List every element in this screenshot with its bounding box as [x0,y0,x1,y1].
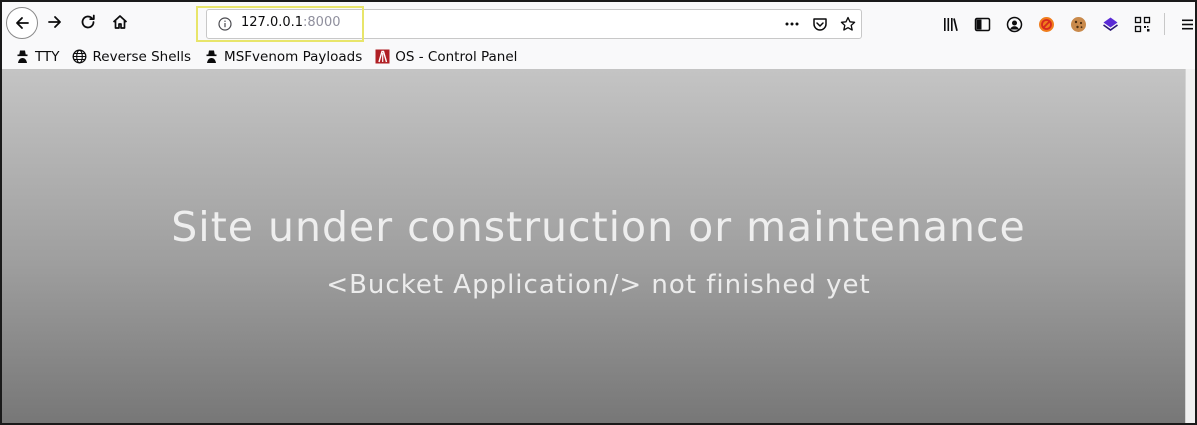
library-button[interactable] [934,12,966,36]
page-actions-icon [785,22,799,26]
url-highlight-box [196,6,364,42]
bookmark-star-icon [840,16,856,31]
page-actions-button[interactable] [783,15,801,33]
stack-extension-button[interactable] [1094,12,1126,36]
browser-window: 127.0.0.1:8000 TTY Reverse Shells MSFven… [0,0,1197,425]
cookie-icon [1070,16,1086,32]
url-actions [783,13,857,35]
reload-button[interactable] [74,8,102,36]
qr-code-icon [1134,16,1150,32]
bookmark-label: Reverse Shells [92,48,192,65]
cookie-button[interactable] [1062,12,1094,36]
bookmark-label: OS - Control Panel [395,48,518,65]
account-button[interactable] [998,12,1030,36]
home-button[interactable] [106,8,134,36]
page-content: Site under construction or maintenance <… [2,69,1195,423]
back-icon [16,17,29,29]
bookmark-msfvenom-payloads[interactable]: MSFvenom Payloads [203,46,362,68]
bookmark-os-control-panel[interactable]: OS - Control Panel [374,46,517,68]
hacker-icon [203,49,219,65]
bookmarks-bar: TTY Reverse Shells MSFvenom Payloads OS … [2,44,1195,69]
sidebar-button[interactable] [966,12,998,36]
extension-blocked-icon [1038,16,1054,32]
vertical-scrollbar[interactable] [1185,69,1195,423]
pocket-icon [813,18,827,31]
toolbar-right-icons [934,12,1195,36]
extension-blocked-button[interactable] [1030,12,1062,36]
toolbar-separator [1164,13,1165,35]
bookmark-label: TTY [35,48,60,65]
account-icon [1006,16,1022,32]
bookmark-reverse-shells[interactable]: Reverse Shells [72,46,192,68]
hamburger-menu-icon [1181,19,1193,29]
page-headline: Site under construction or maintenance [171,203,1026,251]
home-icon [112,15,128,29]
back-button[interactable] [6,7,38,39]
bookmark-label: MSFvenom Payloads [224,48,363,65]
bookmark-tty[interactable]: TTY [14,46,60,68]
sidebar-icon [974,17,990,31]
forward-icon [48,16,61,28]
control-panel-icon [374,49,390,65]
qr-code-button[interactable] [1126,12,1158,36]
globe-icon [72,49,88,65]
hamburger-menu-button[interactable] [1171,12,1195,36]
forward-button[interactable] [41,8,69,36]
reload-icon [81,14,95,29]
page-subline: <Bucket Application/> not finished yet [326,270,871,300]
browser-toolbar: 127.0.0.1:8000 [2,2,1195,44]
pocket-button[interactable] [811,15,829,33]
library-icon [943,17,958,31]
bookmark-star-button[interactable] [839,15,857,33]
stack-extension-icon [1102,17,1118,31]
hacker-icon [14,49,30,65]
